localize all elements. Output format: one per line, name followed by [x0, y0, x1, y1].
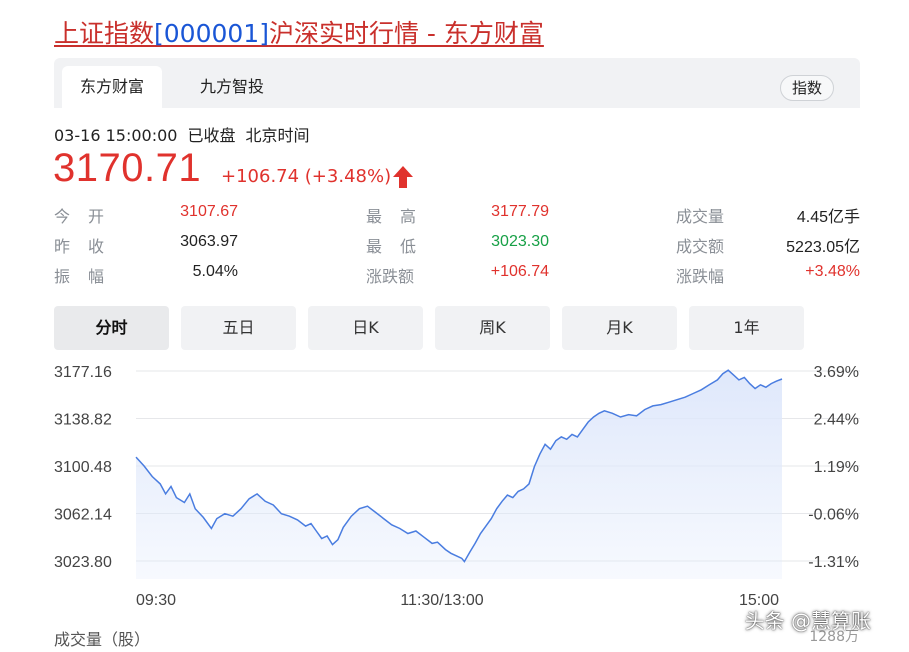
time-zone: 北京时间 [245, 126, 310, 145]
stat-value-prev-close: 3063.97 [180, 233, 238, 250]
y-tick-left: 3023.80 [54, 554, 112, 571]
source-tab-bar: 东方财富 九方智投 指数 [54, 58, 860, 108]
stat-label-turnover: 成交额 [676, 237, 725, 256]
stat-label-high: 最高 [366, 207, 435, 226]
x-tick: 09:30 [136, 592, 176, 609]
y-tick-right: -1.31% [808, 554, 859, 571]
x-axis: 09:30 11:30/13:00 15:00 [136, 592, 779, 609]
stat-label-low: 最低 [366, 237, 435, 256]
market-state: 已收盘 [187, 126, 236, 145]
price-area-fill [136, 370, 782, 579]
tab-monthly-k[interactable]: 月K [562, 306, 677, 350]
watermark: 头条 @慧算账 [744, 609, 871, 633]
tab-five-day[interactable]: 五日 [181, 306, 296, 350]
quote-time: 03-16 15:00:00 [54, 126, 178, 145]
tab-intraday[interactable]: 分时 [54, 306, 169, 350]
y-tick-right: 2.44% [814, 412, 859, 429]
tab-weekly-k[interactable]: 周K [435, 306, 550, 350]
y-tick-left: 3062.14 [54, 507, 112, 524]
index-button[interactable]: 指数 [779, 75, 834, 101]
price-change: +106.74 (+3.48%) [221, 166, 392, 187]
stat-value-low: 3023.30 [491, 233, 549, 250]
stat-value-amplitude: 5.04% [192, 263, 238, 280]
y-tick-right: -0.06% [808, 507, 859, 524]
stat-label-prev-close: 昨收 [54, 237, 123, 256]
stat-label-change-amount: 涨跌额 [366, 267, 415, 286]
y-axis-left: 3177.16 3138.82 3100.48 3062.14 3023.80 [54, 364, 112, 571]
x-tick: 11:30/13:00 [400, 592, 483, 609]
y-tick-left: 3138.82 [54, 412, 112, 429]
tab-one-year[interactable]: 1年 [689, 306, 804, 350]
stat-label-volume: 成交量 [676, 207, 725, 226]
stat-label-open: 今开 [54, 207, 123, 226]
stat-value-open: 3107.67 [180, 203, 238, 220]
tab-eastmoney[interactable]: 东方财富 [62, 66, 163, 108]
y-tick-right: 3.69% [814, 364, 859, 381]
stat-value-change-amount: +106.74 [490, 263, 549, 280]
volume-section-label: 成交量（股） [54, 630, 151, 649]
stat-value-high: 3177.79 [491, 203, 549, 220]
stat-label-amplitude: 振幅 [54, 267, 123, 286]
tab-jiufang[interactable]: 九方智投 [182, 66, 282, 108]
intraday-chart[interactable]: 3177.16 3138.82 3100.48 3062.14 3023.80 3.69… [0, 350, 909, 615]
stat-value-volume: 4.45亿手 [796, 209, 860, 226]
quote-timestamp: 03-16 15:00:00 已收盘 北京时间 [54, 122, 319, 146]
y-tick-right: 1.19% [814, 459, 859, 476]
title-index-name: 上证指数 [54, 19, 155, 48]
y-axis-right: 3.69% 2.44% 1.19% -0.06% -1.31% [808, 364, 859, 571]
stat-label-change-percent: 涨跌幅 [676, 267, 725, 286]
current-price: 3170.71 [53, 146, 202, 190]
page-title-link[interactable]: 上证指数[000001]沪深实时行情 - 东方财富 [54, 14, 544, 50]
y-tick-left: 3177.16 [54, 364, 112, 381]
tab-daily-k[interactable]: 日K [308, 306, 423, 350]
title-index-code: [000001] [154, 19, 269, 48]
stat-value-turnover: 5223.05亿 [786, 239, 860, 256]
up-arrow-icon [393, 166, 413, 188]
stat-value-change-percent: +3.48% [805, 263, 860, 280]
title-suffix: 沪深实时行情 - 东方财富 [268, 19, 544, 48]
y-tick-left: 3100.48 [54, 459, 112, 476]
